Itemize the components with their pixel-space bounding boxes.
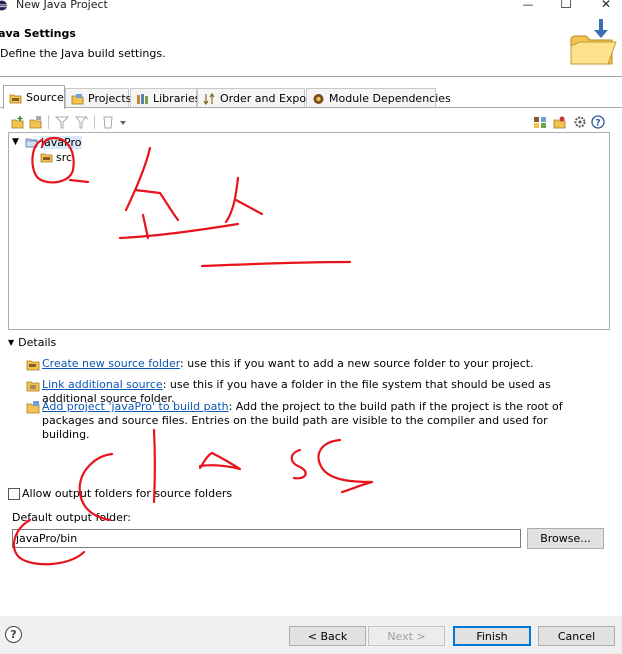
next-button[interactable]: Next > <box>368 626 445 646</box>
add-project-build-path-link[interactable]: Add project 'javaPro' to build path <box>42 400 229 413</box>
add-source-folder-button[interactable] <box>10 114 26 130</box>
add-source-folder-right-button[interactable] <box>532 114 548 130</box>
minimize-button[interactable]: — <box>518 0 538 12</box>
help-icon: ? <box>591 115 605 129</box>
detail-add-project: Add project 'javaPro' to build path: Add… <box>26 400 598 442</box>
source-folder-icon <box>40 153 53 163</box>
settings-button[interactable] <box>572 114 588 130</box>
close-icon: ✕ <box>600 0 612 11</box>
default-output-folder-label: Default output folder: <box>12 511 131 524</box>
toolbar-separator <box>94 115 95 129</box>
cancel-button[interactable]: Cancel <box>538 626 615 646</box>
module-dependencies-icon <box>313 93 324 104</box>
svg-text:?: ? <box>595 119 600 129</box>
page-heading: Java Settings <box>0 27 76 40</box>
package-folder-icon <box>534 116 546 128</box>
tab-libraries[interactable]: Libraries <box>130 88 201 108</box>
link-folder-icon <box>26 381 40 392</box>
link-source-icon <box>29 116 42 128</box>
eclipse-app-icon <box>0 0 7 11</box>
tab-label: Libraries <box>153 92 201 105</box>
edit-filter-2-button[interactable] <box>74 114 90 130</box>
build-path-icon <box>553 116 566 128</box>
toolbar-separator <box>48 115 49 129</box>
filter-icon <box>55 116 69 128</box>
allow-output-folders-checkbox[interactable] <box>8 488 20 500</box>
tab-module-dependencies[interactable]: Module Dependencies <box>306 88 451 108</box>
window-title: New Java Project <box>16 0 108 11</box>
link-additional-source-link[interactable]: Link additional source <box>42 378 163 391</box>
annotation-class-s1 <box>290 448 307 480</box>
source-folder-icon <box>9 94 22 103</box>
tab-source[interactable]: Source <box>3 85 65 109</box>
close-button[interactable]: ✕ <box>596 0 616 12</box>
remove-button[interactable] <box>100 114 130 130</box>
tab-projects[interactable]: Projects <box>65 88 132 108</box>
back-button[interactable]: < Back <box>289 626 366 646</box>
tree-label-src: src <box>56 150 73 164</box>
filter-alt-icon <box>75 116 89 128</box>
add-source-folder-icon <box>11 115 24 128</box>
edit-filter-button[interactable] <box>54 114 70 130</box>
minimize-icon: — <box>522 0 534 11</box>
details-toggle[interactable]: ▼ Details <box>8 336 56 349</box>
allow-output-folders-label: Allow output folders for source folders <box>22 487 233 500</box>
tree-label-project: javaPro <box>41 135 82 149</box>
new-java-project-wizard-icon <box>570 19 617 65</box>
tab-label: Module Dependencies <box>329 92 451 105</box>
annotation-class-s2 <box>317 438 374 494</box>
projects-icon <box>71 93 84 104</box>
source-toolbar <box>8 112 610 132</box>
help-toolbar-button[interactable]: ? <box>590 114 606 130</box>
chevron-down-icon: ▼ <box>8 338 15 347</box>
tab-label: Projects <box>88 92 132 105</box>
source-folder-icon <box>26 360 40 371</box>
page-description: Define the Java build settings. <box>0 47 166 60</box>
tab-label: Order and Export <box>220 92 315 105</box>
tree-row-src[interactable]: src <box>40 149 72 165</box>
link-source-button[interactable] <box>28 114 44 130</box>
annotation-class-a <box>198 451 242 471</box>
browse-button[interactable]: Browse... <box>527 528 604 549</box>
tree-row-project[interactable]: ▼ javaPro <box>12 134 82 150</box>
project-folder-icon <box>26 401 40 414</box>
create-source-folder-link[interactable]: Create new source folder <box>42 357 180 370</box>
gear-icon <box>574 116 586 128</box>
header-separator <box>0 76 622 77</box>
tab-order-and-export[interactable]: Order and Export <box>197 88 315 108</box>
source-tree[interactable]: ▼ javaPro src <box>8 132 610 330</box>
libraries-icon <box>137 93 148 104</box>
help-button[interactable]: ? <box>5 626 22 643</box>
configure-build-path-button[interactable] <box>552 114 568 130</box>
maximize-button[interactable]: ☐ <box>556 0 576 12</box>
tab-content-border <box>0 107 622 108</box>
detail-text: : use this if you want to add a new sour… <box>180 357 534 370</box>
finish-button[interactable]: Finish <box>453 626 531 646</box>
chevron-down-icon[interactable]: ▼ <box>12 137 22 147</box>
maximize-icon: ☐ <box>560 0 572 12</box>
remove-dropdown-icon <box>103 116 126 128</box>
default-output-folder-input[interactable] <box>12 529 521 548</box>
tab-label: Source <box>26 91 64 104</box>
wizard-header <box>0 14 622 76</box>
details-title: Details <box>18 336 57 349</box>
order-export-icon <box>203 92 215 105</box>
detail-create-source: Create new source folder: use this if yo… <box>26 357 598 371</box>
java-project-icon <box>25 138 38 148</box>
